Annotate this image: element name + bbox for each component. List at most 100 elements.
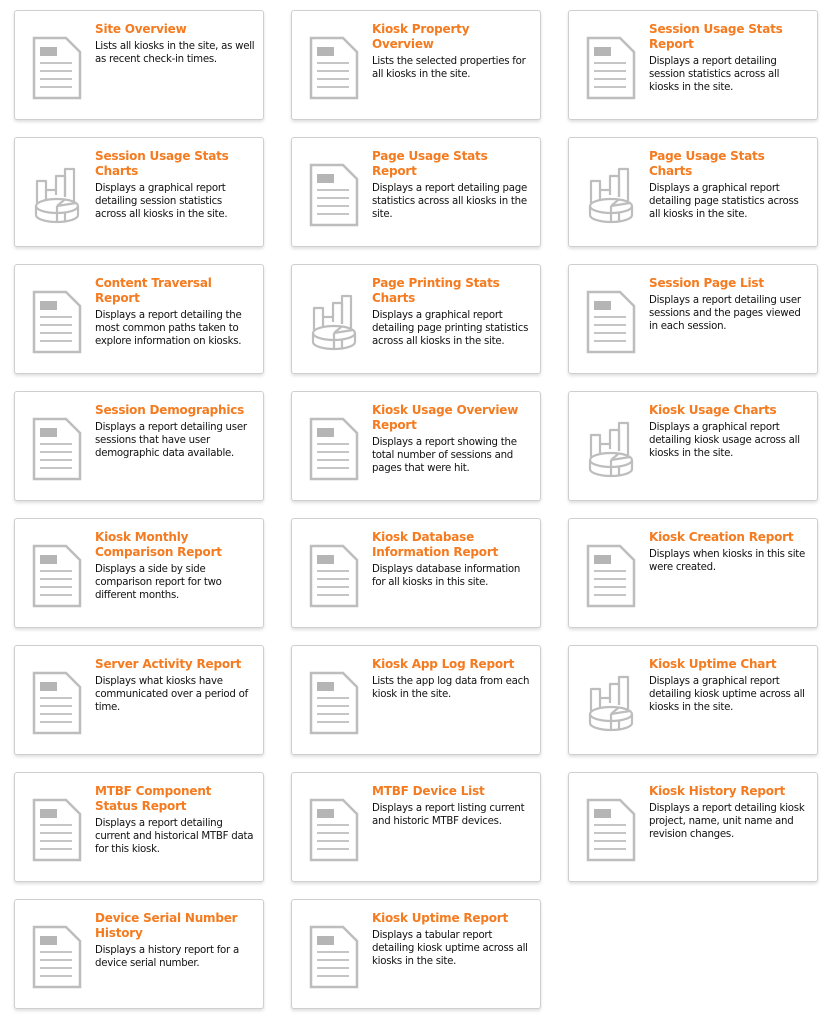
report-card[interactable]: Kiosk App Log Report Lists the app log da… [291, 645, 541, 755]
document-icon [309, 36, 359, 100]
document-icon [309, 671, 359, 735]
report-card[interactable]: MTBF Component Status Report Displays a r… [14, 772, 264, 882]
report-title-link[interactable]: Page Printing Stats Charts [372, 276, 532, 306]
report-card[interactable]: Page Printing Stats Charts Displays a gra… [291, 264, 541, 374]
report-title-link[interactable]: Kiosk Property Overview [372, 22, 532, 52]
document-icon [309, 798, 359, 862]
report-description: Displays a report showing the total numb… [372, 437, 517, 474]
report-title-link[interactable]: Kiosk Monthly Comparison Report [95, 530, 255, 560]
report-description: Displays what kiosks have communicated o… [95, 676, 248, 713]
document-icon [586, 36, 636, 100]
report-card[interactable]: Device Serial Number History Displays a h… [14, 899, 264, 1009]
report-card-text: Kiosk Uptime Report Displays a tabular re… [372, 911, 532, 968]
document-icon [32, 671, 82, 735]
report-description: Displays a graphical report detailing pa… [372, 310, 529, 347]
document-icon [32, 544, 82, 608]
document-icon [32, 544, 82, 608]
report-title-link[interactable]: Session Usage Stats Charts [95, 149, 255, 179]
report-card-text: Kiosk Property Overview Lists the selecte… [372, 22, 532, 81]
report-card[interactable]: Kiosk Property Overview Lists the selecte… [291, 10, 541, 120]
report-title-link[interactable]: Kiosk App Log Report [372, 657, 532, 672]
document-icon [32, 925, 82, 989]
report-description: Displays database information for all ki… [372, 564, 521, 588]
report-title-link[interactable]: Content Traversal Report [95, 276, 255, 306]
report-title-link[interactable]: Session Usage Stats Report [649, 22, 809, 52]
document-icon [32, 798, 82, 862]
report-card[interactable]: Kiosk History Report Displays a report de… [568, 772, 818, 882]
report-description: Displays a report detailing page statist… [372, 183, 527, 220]
report-description: Displays a report listing current and hi… [372, 803, 525, 827]
report-description: Lists the app log data from each kiosk i… [372, 676, 530, 700]
report-title-link[interactable]: Kiosk Creation Report [649, 530, 809, 545]
report-description: Displays a report detailing user session… [95, 422, 247, 459]
report-card[interactable]: Kiosk Database Information Report Display… [291, 518, 541, 628]
report-title-link[interactable]: Session Demographics [95, 403, 255, 418]
document-icon [309, 798, 359, 862]
report-card[interactable]: Session Demographics Displays a report de… [14, 391, 264, 501]
report-card-text: Session Demographics Displays a report de… [95, 403, 255, 460]
report-title-link[interactable]: Session Page List [649, 276, 809, 291]
report-title-link[interactable]: MTBF Component Status Report [95, 784, 255, 814]
report-card[interactable]: Session Usage Stats Charts Displays a gra… [14, 137, 264, 247]
report-card-text: Kiosk Creation Report Displays when kiosk… [649, 530, 809, 574]
report-card-text: Session Page List Displays a report detai… [649, 276, 809, 333]
chart-icon [34, 167, 80, 224]
document-icon [309, 417, 359, 481]
document-icon [586, 36, 636, 100]
report-title-link[interactable]: Device Serial Number History [95, 911, 255, 941]
report-card[interactable]: Page Usage Stats Charts Displays a graphi… [568, 137, 818, 247]
chart-icon [586, 163, 636, 227]
chart-icon [588, 167, 634, 224]
document-icon [32, 671, 82, 735]
report-card-text: Session Usage Stats Report Displays a rep… [649, 22, 809, 94]
report-title-link[interactable]: Page Usage Stats Charts [649, 149, 809, 179]
report-card[interactable]: MTBF Device List Displays a report listin… [291, 772, 541, 882]
report-title-link[interactable]: Site Overview [95, 22, 255, 37]
report-card[interactable]: Site Overview Lists all kiosks in the sit… [14, 10, 264, 120]
report-title-link[interactable]: Kiosk Usage Overview Report [372, 403, 532, 433]
report-card[interactable]: Page Usage Stats Report Displays a report… [291, 137, 541, 247]
report-title-link[interactable]: Page Usage Stats Report [372, 149, 532, 179]
report-card[interactable]: Kiosk Monthly Comparison Report Displays … [14, 518, 264, 628]
report-title-link[interactable]: Kiosk Database Information Report [372, 530, 532, 560]
report-description: Displays a side by side comparison repor… [95, 564, 222, 601]
report-title-link[interactable]: Kiosk Uptime Report [372, 911, 532, 926]
document-icon [32, 36, 82, 100]
document-icon [586, 544, 636, 608]
document-icon [32, 417, 82, 481]
report-title-link[interactable]: Kiosk Usage Charts [649, 403, 809, 418]
report-card-text: Kiosk Usage Overview Report Displays a re… [372, 403, 532, 475]
report-card[interactable]: Kiosk Usage Overview Report Displays a re… [291, 391, 541, 501]
document-icon [32, 36, 82, 100]
report-card-text: Kiosk History Report Displays a report de… [649, 784, 809, 841]
report-card-text: Session Usage Stats Charts Displays a gra… [95, 149, 255, 221]
report-card-text: Server Activity Report Displays what kios… [95, 657, 255, 714]
document-icon [586, 544, 636, 608]
report-title-link[interactable]: Kiosk Uptime Chart [649, 657, 809, 672]
report-card[interactable]: Content Traversal Report Displays a repor… [14, 264, 264, 374]
report-card[interactable]: Kiosk Creation Report Displays when kiosk… [568, 518, 818, 628]
report-card[interactable]: Kiosk Usage Charts Displays a graphical r… [568, 391, 818, 501]
report-description: Lists all kiosks in the site, as well as… [95, 41, 255, 65]
report-title-link[interactable]: MTBF Device List [372, 784, 532, 799]
report-card[interactable]: Kiosk Uptime Chart Displays a graphical r… [568, 645, 818, 755]
report-card-text: Page Printing Stats Charts Displays a gra… [372, 276, 532, 348]
document-icon [32, 925, 82, 989]
report-card[interactable]: Server Activity Report Displays what kios… [14, 645, 264, 755]
document-icon [309, 163, 359, 227]
report-card[interactable]: Kiosk Uptime Report Displays a tabular re… [291, 899, 541, 1009]
document-icon [309, 544, 359, 608]
report-description: Displays a graphical report detailing pa… [649, 183, 799, 220]
report-title-link[interactable]: Server Activity Report [95, 657, 255, 672]
document-icon [309, 36, 359, 100]
report-title-link[interactable]: Kiosk History Report [649, 784, 809, 799]
chart-icon [311, 294, 357, 351]
chart-icon [32, 163, 82, 227]
chart-icon [586, 417, 636, 481]
report-card[interactable]: Session Page List Displays a report detai… [568, 264, 818, 374]
report-card-text: Page Usage Stats Report Displays a report… [372, 149, 532, 221]
report-card-text: MTBF Component Status Report Displays a r… [95, 784, 255, 856]
report-description: Displays a history report for a device s… [95, 945, 239, 969]
report-card[interactable]: Session Usage Stats Report Displays a rep… [568, 10, 818, 120]
document-icon [309, 417, 359, 481]
